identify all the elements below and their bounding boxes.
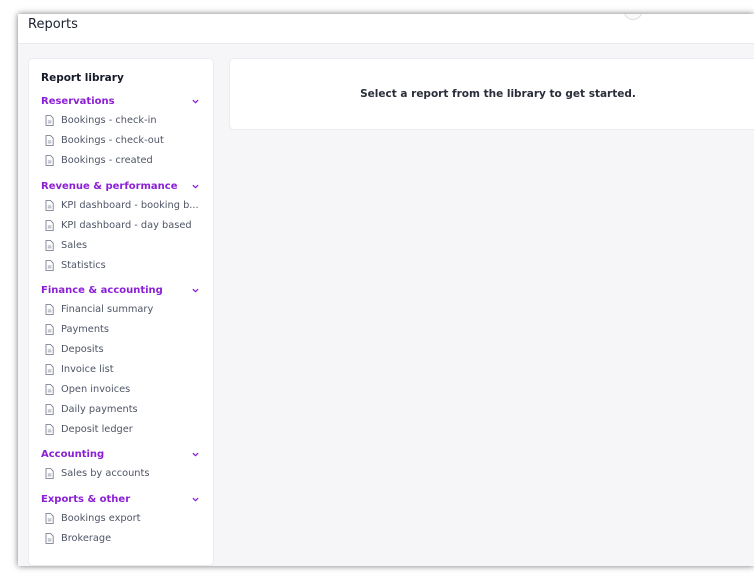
report-item-label: KPI dashboard - booking b... [61,199,199,211]
top-bar: Reports [18,14,754,44]
chevron-down-icon [192,497,199,501]
document-icon [45,323,54,335]
report-item-payments[interactable]: Payments [45,321,207,337]
empty-state-message: Select a report from the library to get … [228,88,754,100]
report-item-label: KPI dashboard - day based [61,219,192,231]
section-exports-other[interactable]: Exports & other [41,491,201,507]
report-item-label: Payments [61,323,109,335]
report-item-label: Daily payments [61,403,138,415]
report-item-label: Sales by accounts [61,467,150,479]
section-label: Revenue & performance [41,180,178,192]
document-icon [45,512,54,524]
document-icon [45,154,54,166]
report-item-deposit-ledger[interactable]: Deposit ledger [45,421,207,437]
report-item-bookings-check-out[interactable]: Bookings - check-out [45,132,207,148]
section-revenue-performance[interactable]: Revenue & performance [41,178,201,194]
report-item-deposits[interactable]: Deposits [45,341,207,357]
avatar[interactable] [624,14,642,20]
report-item-invoice-list[interactable]: Invoice list [45,361,207,377]
section-finance-accounting[interactable]: Finance & accounting [41,282,201,298]
report-item-label: Bookings - check-out [61,134,164,146]
document-icon [45,239,54,251]
report-item-sales-by-accounts[interactable]: Sales by accounts [45,465,207,481]
report-item-bookings-export[interactable]: Bookings export [45,510,207,526]
report-library-panel: Report library Reservations Bookings - c… [28,58,214,566]
report-item-label: Brokerage [61,532,112,544]
document-icon [45,363,54,375]
page-title: Reports [28,17,78,32]
chevron-down-icon [192,184,199,188]
document-icon [45,259,54,271]
section-accounting[interactable]: Accounting [41,446,201,462]
document-icon [45,199,54,211]
report-item-label: Bookings export [61,512,141,524]
report-item-label: Bookings - check-in [61,114,157,126]
report-item-label: Statistics [61,259,106,271]
document-icon [45,303,54,315]
report-library-title: Report library [41,72,124,84]
section-reservations[interactable]: Reservations [41,93,201,109]
report-item-open-invoices[interactable]: Open invoices [45,381,207,397]
report-item-sales[interactable]: Sales [45,237,207,253]
report-item-label: Deposits [61,343,104,355]
empty-state-text: Select a report from the library to get … [360,88,636,100]
chevron-down-icon [192,288,199,292]
report-item-label: Financial summary [61,303,154,315]
document-icon [45,383,54,395]
report-item-kpi-dashboard-booking[interactable]: KPI dashboard - booking b... [45,197,207,213]
section-label: Finance & accounting [41,284,163,296]
document-icon [45,114,54,126]
report-item-daily-payments[interactable]: Daily payments [45,401,207,417]
chevron-down-icon [192,99,199,103]
report-empty-state-card: Select a report from the library to get … [229,58,754,130]
section-label: Reservations [41,95,115,107]
report-item-label: Bookings - created [61,154,153,166]
document-icon [45,343,54,355]
document-icon [45,219,54,231]
section-label: Accounting [41,448,105,460]
document-icon [45,532,54,544]
section-label: Exports & other [41,493,131,505]
report-item-statistics[interactable]: Statistics [45,257,207,273]
report-item-label: Deposit ledger [61,423,133,435]
document-icon [45,403,54,415]
report-item-label: Invoice list [61,363,114,375]
report-item-bookings-created[interactable]: Bookings - created [45,152,207,168]
report-item-kpi-dashboard-day[interactable]: KPI dashboard - day based [45,217,207,233]
report-item-label: Sales [61,239,88,251]
app-window: Reports Report library Reservations Book… [18,14,754,566]
chevron-down-icon [192,452,199,456]
report-item-brokerage[interactable]: Brokerage [45,530,207,546]
document-icon [45,134,54,146]
report-item-label: Open invoices [61,383,131,395]
report-item-financial-summary[interactable]: Financial summary [45,301,207,317]
document-icon [45,467,54,479]
document-icon [45,423,54,435]
report-item-bookings-check-in[interactable]: Bookings - check-in [45,112,207,128]
